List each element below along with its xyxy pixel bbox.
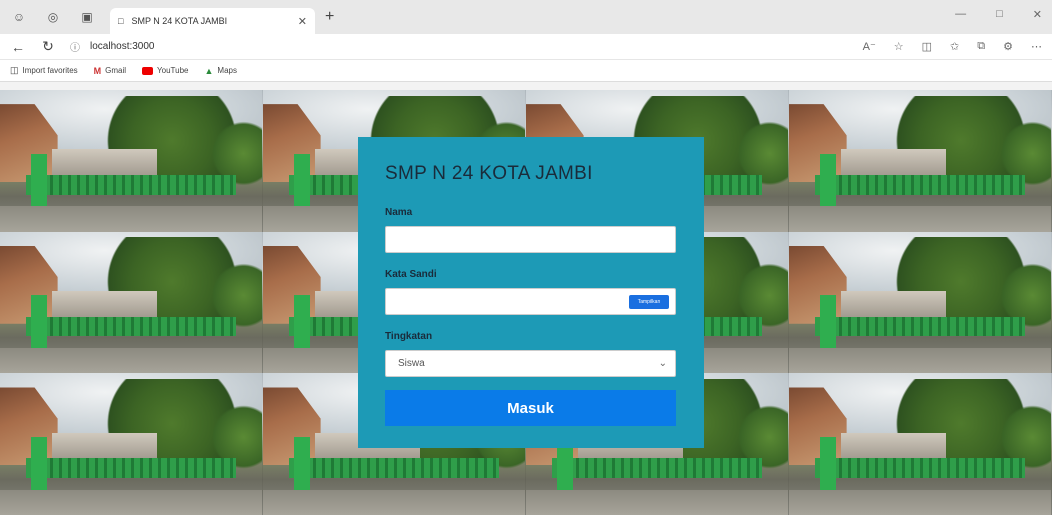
page-content: SMP N 24 KOTA JAMBI Nama Kata Sandi Tamp… bbox=[0, 90, 1052, 515]
background-tile bbox=[0, 231, 263, 374]
back-icon[interactable]: ← bbox=[10, 39, 26, 55]
login-title: SMP N 24 KOTA JAMBI bbox=[385, 163, 593, 184]
page-icon: □ bbox=[118, 16, 124, 26]
level-select[interactable]: Siswa ⌄ bbox=[385, 350, 676, 377]
login-button[interactable]: Masuk bbox=[385, 390, 676, 426]
level-selected-value: Siswa bbox=[398, 358, 425, 369]
tab-active[interactable]: □ SMP N 24 KOTA JAMBI ✕ bbox=[110, 8, 315, 34]
gmail-icon: M bbox=[93, 65, 102, 76]
favorite-item-youtube[interactable]: YouTube bbox=[142, 66, 188, 75]
refresh-icon[interactable]: ↻ bbox=[40, 38, 56, 55]
info-icon[interactable]: ⓘ bbox=[70, 39, 80, 54]
folder-icon: ◫ bbox=[10, 65, 19, 75]
window-controls: — □ ✕ bbox=[955, 8, 1042, 21]
close-window-icon[interactable]: ✕ bbox=[1033, 8, 1042, 21]
workspaces-icon[interactable]: ◎ bbox=[42, 6, 64, 28]
split-screen-icon[interactable]: ◫ bbox=[922, 40, 932, 53]
chevron-down-icon: ⌄ bbox=[658, 358, 667, 369]
maps-icon: ▲ bbox=[204, 65, 214, 76]
favorite-star-icon[interactable]: ☆ bbox=[894, 40, 904, 53]
favorite-item-gmail[interactable]: M Gmail bbox=[94, 66, 126, 76]
close-tab-icon[interactable]: ✕ bbox=[298, 15, 307, 28]
toolbar-actions: A⁻ ☆ ◫ ✩ ⧉ ⚙ ⋯ bbox=[863, 40, 1042, 53]
profile-icon[interactable]: ☺ bbox=[8, 6, 30, 28]
background-tile bbox=[789, 373, 1052, 515]
level-label: Tingkatan bbox=[385, 331, 433, 342]
background-tile bbox=[789, 231, 1052, 374]
show-password-button[interactable]: Tampilkan bbox=[629, 295, 669, 309]
favorites-bar: ◫ Import favorites M Gmail YouTube ▲ Map… bbox=[0, 60, 1052, 82]
password-label: Kata Sandi bbox=[385, 269, 437, 280]
maximize-icon[interactable]: □ bbox=[996, 8, 1003, 21]
favorite-item-maps[interactable]: ▲ Maps bbox=[204, 66, 236, 76]
tab-title: SMP N 24 KOTA JAMBI bbox=[131, 16, 228, 26]
extensions-icon[interactable]: ⚙ bbox=[1003, 40, 1013, 53]
new-tab-icon[interactable]: + bbox=[325, 8, 334, 26]
name-input[interactable] bbox=[385, 226, 676, 253]
browser-window: ☺ ◎ ▣ □ SMP N 24 KOTA JAMBI ✕ + — □ ✕ ← … bbox=[0, 0, 1052, 515]
minimize-icon[interactable]: — bbox=[955, 8, 966, 21]
read-aloud-icon[interactable]: A⁻ bbox=[863, 40, 876, 53]
favorite-item-import[interactable]: ◫ Import favorites bbox=[10, 65, 78, 76]
background-tile bbox=[0, 373, 263, 515]
login-card: SMP N 24 KOTA JAMBI Nama Kata Sandi Tamp… bbox=[358, 137, 704, 448]
collections-icon[interactable]: ⧉ bbox=[977, 40, 985, 53]
favorites-icon[interactable]: ✩ bbox=[950, 40, 959, 53]
url-field[interactable]: ⓘ localhost:3000 bbox=[70, 39, 849, 54]
background-tile bbox=[0, 90, 263, 232]
more-menu-icon[interactable]: ⋯ bbox=[1031, 40, 1042, 53]
address-bar: ← ↻ ⓘ localhost:3000 A⁻ ☆ ◫ ✩ ⧉ ⚙ ⋯ bbox=[0, 34, 1052, 60]
background-tile bbox=[789, 90, 1052, 232]
tab-actions-icon[interactable]: ▣ bbox=[76, 6, 98, 28]
password-input[interactable]: Tampilkan bbox=[385, 288, 676, 315]
name-label: Nama bbox=[385, 207, 413, 218]
url-text: localhost:3000 bbox=[90, 41, 155, 52]
tab-bar: ☺ ◎ ▣ □ SMP N 24 KOTA JAMBI ✕ + — □ ✕ bbox=[0, 0, 1052, 34]
youtube-icon bbox=[142, 66, 154, 75]
